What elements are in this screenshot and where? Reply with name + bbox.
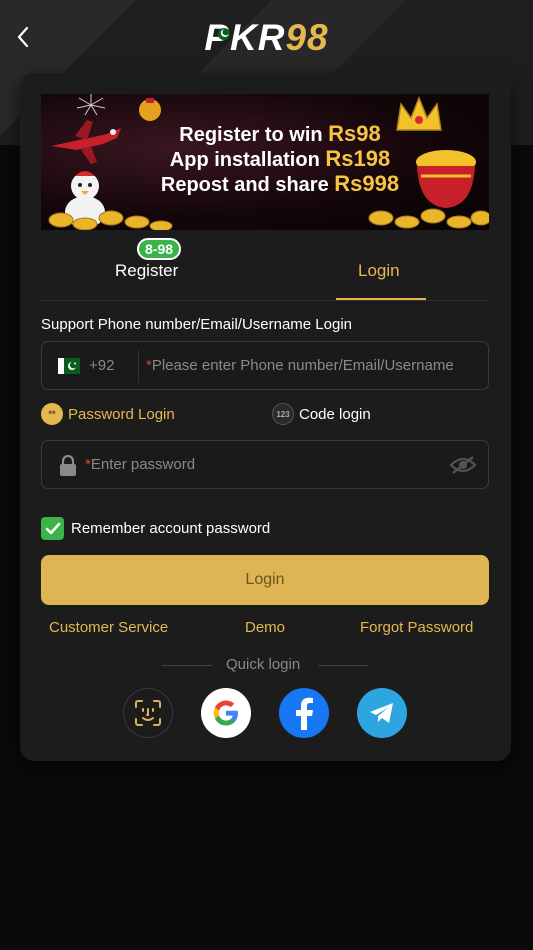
account-placeholder-text: Please enter Phone number/Email/Username xyxy=(151,357,454,374)
password-placeholder-text: Enter password xyxy=(90,456,196,473)
tab-login[interactable]: Login xyxy=(358,261,400,281)
register-bonus-badge: 8-98 xyxy=(137,238,182,260)
lock-icon xyxy=(60,455,76,476)
face-id-icon xyxy=(135,700,161,726)
app-logo: PKR98 xyxy=(204,18,328,58)
code-login-option[interactable]: 123 Code login xyxy=(272,403,371,425)
login-button[interactable]: Login xyxy=(41,555,489,605)
crescent-star-icon xyxy=(217,28,230,40)
banner-line-3: Repost and share Rs998 xyxy=(135,172,425,197)
country-code[interactable]: +92 xyxy=(89,357,114,374)
back-button[interactable] xyxy=(10,22,36,52)
promo-banner[interactable]: Register to win Rs98 App installation Rs… xyxy=(41,94,489,230)
fireworks-icon xyxy=(76,94,106,116)
remember-password-checkbox[interactable]: Remember account password xyxy=(41,517,270,540)
code-login-label: Code login xyxy=(299,405,371,423)
divider xyxy=(138,350,139,383)
banner-line-1-amount: Rs98 xyxy=(328,121,381,146)
banner-line-3-amount: Rs998 xyxy=(334,171,400,196)
airplane-icon xyxy=(51,120,121,164)
login-card: Register to win Rs98 App installation Rs… xyxy=(20,73,511,761)
account-placeholder: *Please enter Phone number/Email/Usernam… xyxy=(146,357,454,374)
active-tab-indicator xyxy=(336,298,426,300)
code-123-icon: 123 xyxy=(272,403,294,425)
divider-line xyxy=(318,665,368,666)
password-login-option[interactable]: ** Password Login xyxy=(41,403,175,425)
pakistan-flag-icon xyxy=(58,358,80,374)
banner-line-2-amount: Rs198 xyxy=(325,146,391,171)
password-login-label: Password Login xyxy=(68,405,175,423)
remember-password-label: Remember account password xyxy=(71,520,271,537)
top-bar: PKR98 xyxy=(0,0,533,76)
banner-line-2-text: App installation xyxy=(169,149,326,171)
google-icon xyxy=(213,700,238,726)
demo-link[interactable]: Demo xyxy=(245,619,285,636)
banner-line-1-text: Register to win xyxy=(179,124,329,146)
auth-tabs: 8-98 Register Login xyxy=(41,231,489,301)
banner-line-2: App installation Rs198 xyxy=(135,147,425,172)
account-field-label: Support Phone number/Email/Username Logi… xyxy=(41,316,353,333)
facebook-icon xyxy=(296,697,313,730)
telegram-icon xyxy=(370,703,393,723)
google-login-button[interactable] xyxy=(201,688,251,738)
chevron-left-icon xyxy=(17,26,29,48)
quick-login-label: Quick login xyxy=(226,656,301,673)
account-input[interactable]: +92 *Please enter Phone number/Email/Use… xyxy=(41,341,489,390)
divider-line xyxy=(162,665,212,666)
face-id-login-button[interactable] xyxy=(123,688,173,738)
banner-line-1: Register to win Rs98 xyxy=(135,122,425,147)
eye-off-icon[interactable] xyxy=(449,455,477,475)
password-dots-icon: ** xyxy=(41,403,63,425)
logo-text-98: 98 xyxy=(285,17,329,58)
tab-register[interactable]: Register xyxy=(115,261,178,281)
password-input[interactable]: *Enter password xyxy=(41,440,489,489)
facebook-login-button[interactable] xyxy=(279,688,329,738)
customer-service-link[interactable]: Customer Service xyxy=(49,619,168,636)
password-placeholder: *Enter password xyxy=(85,456,195,473)
quick-login-divider: Quick login xyxy=(20,656,511,676)
coin-bag-icon xyxy=(139,98,161,121)
banner-line-3-text: Repost and share xyxy=(160,174,335,196)
forgot-password-link[interactable]: Forgot Password xyxy=(360,619,473,636)
checkmark-icon xyxy=(41,517,64,540)
banner-headline: Register to win Rs98 App installation Rs… xyxy=(135,122,425,197)
telegram-login-button[interactable] xyxy=(357,688,407,738)
